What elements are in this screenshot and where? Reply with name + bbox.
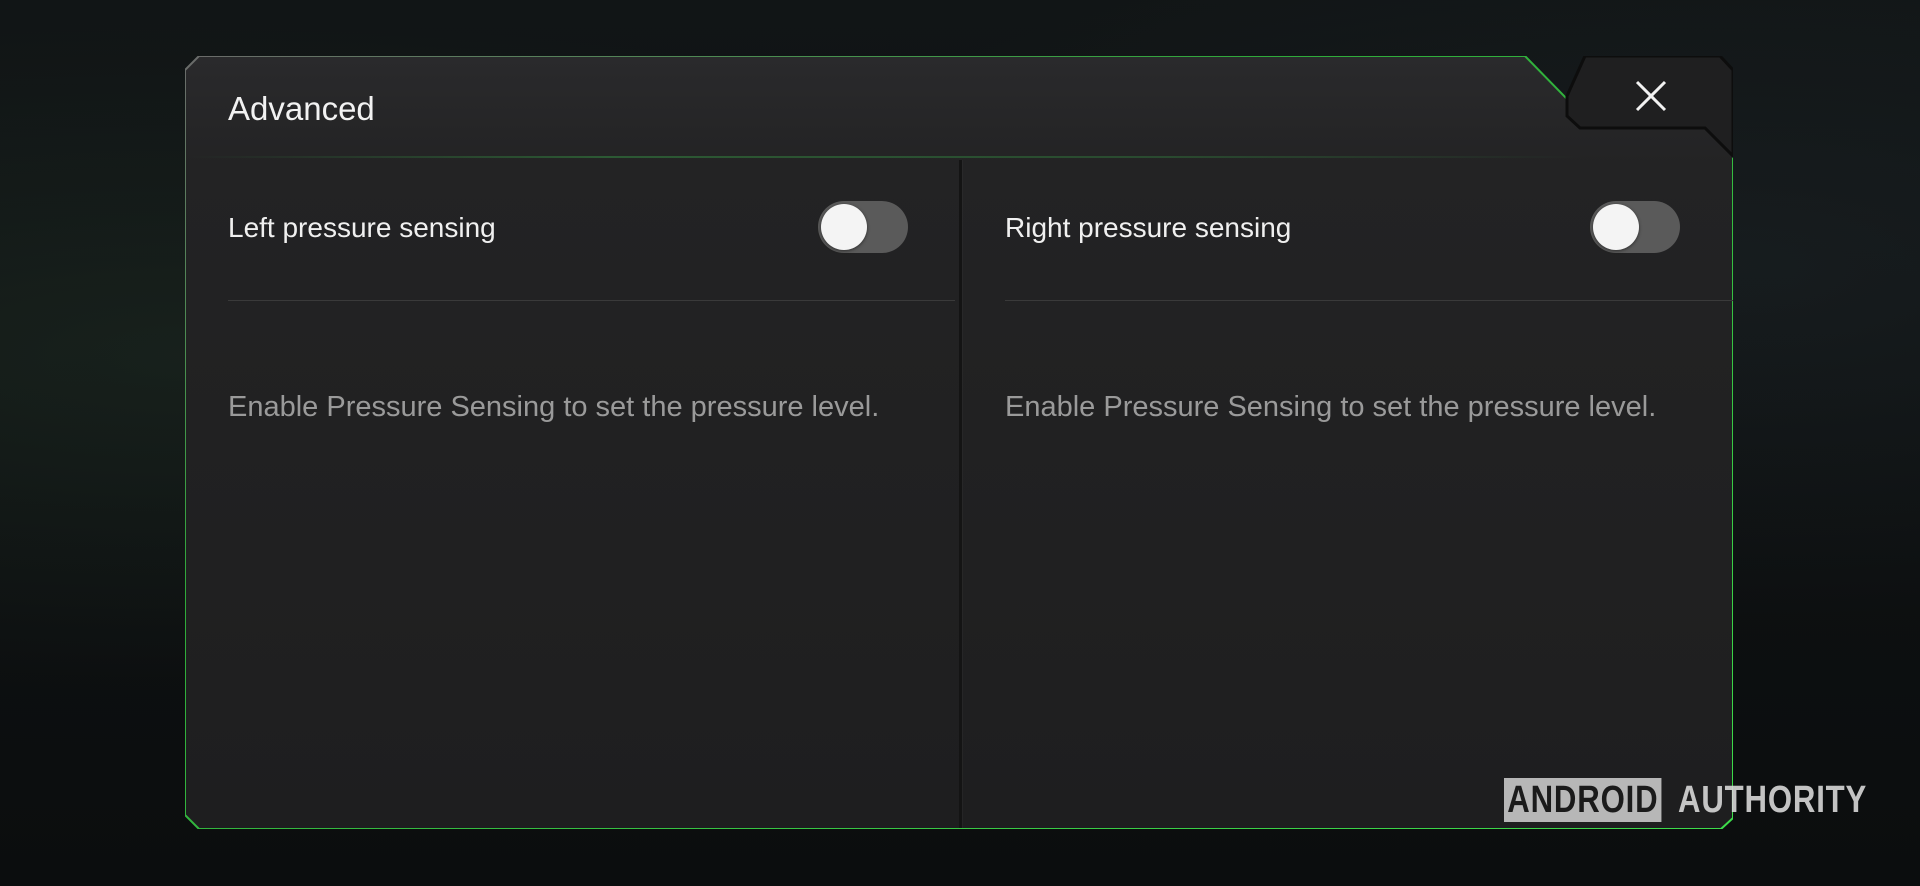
right-pressure-panel: Right pressure sensing Enable Pressure S… <box>1005 160 1733 820</box>
left-pressure-label: Left pressure sensing <box>228 212 496 243</box>
row-divider <box>228 300 955 301</box>
close-button[interactable] <box>1625 70 1677 122</box>
watermark-boxed-text: ANDROID <box>1504 778 1662 822</box>
left-pressure-hint: Enable Pressure Sensing to set the press… <box>228 391 880 423</box>
right-pressure-toggle[interactable] <box>1590 201 1680 253</box>
row-divider <box>1005 300 1733 301</box>
watermark-logo: ANDROID AUTHORITY <box>1504 778 1909 822</box>
header-divider <box>185 156 1585 158</box>
right-pressure-label: Right pressure sensing <box>1005 212 1292 243</box>
advanced-dialog: Advanced Left pressure sensing Enable Pr… <box>185 56 1733 829</box>
close-icon <box>1635 80 1667 112</box>
right-pressure-row: Right pressure sensing <box>1005 160 1733 301</box>
toggle-knob <box>1593 204 1639 250</box>
left-pressure-panel: Left pressure sensing Enable Pressure Se… <box>228 160 958 820</box>
left-pressure-row: Left pressure sensing <box>228 160 958 301</box>
column-divider <box>959 160 962 828</box>
left-pressure-toggle[interactable] <box>818 201 908 253</box>
dialog-title: Advanced <box>228 90 375 127</box>
right-pressure-hint: Enable Pressure Sensing to set the press… <box>1005 391 1657 423</box>
watermark-text: AUTHORITY <box>1678 779 1868 821</box>
dialog-header: Advanced <box>185 56 1555 156</box>
toggle-knob <box>821 204 867 250</box>
